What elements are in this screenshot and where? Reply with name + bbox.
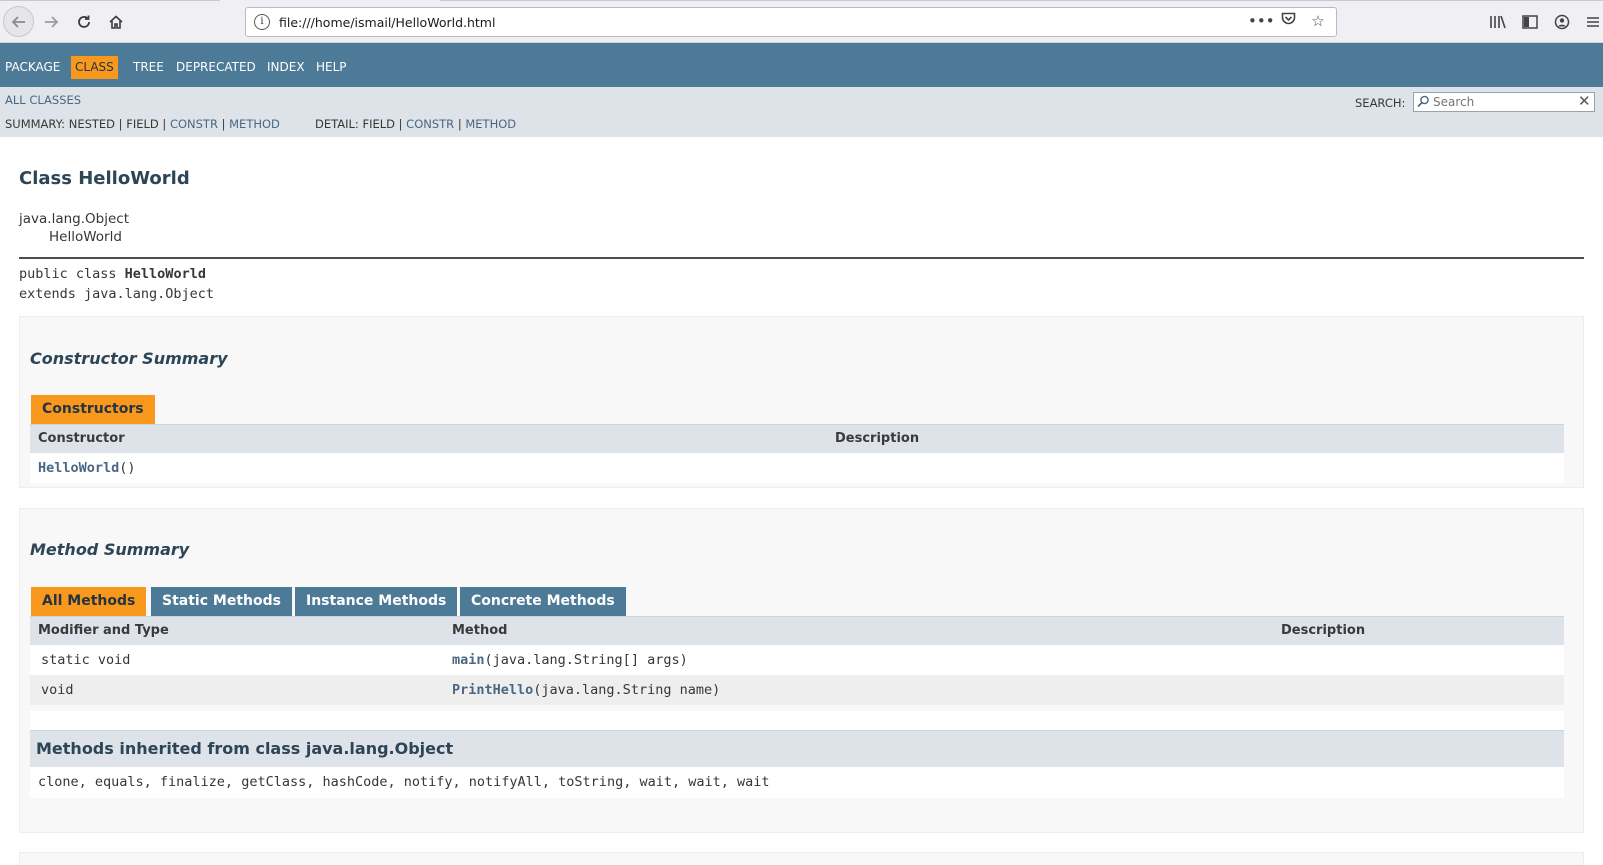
hamburger-menu-icon[interactable] xyxy=(1582,10,1603,34)
table-header: Constructor Description xyxy=(30,424,1564,453)
constructor-link[interactable]: HelloWorld xyxy=(38,460,119,476)
back-arrow-icon[interactable] xyxy=(3,6,34,37)
inherited-spacer xyxy=(30,711,1564,731)
detail-constr-link[interactable]: CONSTR xyxy=(406,117,454,131)
table-row: void PrintHello(java.lang.String name) xyxy=(30,675,1564,705)
summary-label: SUMMARY: NESTED | FIELD | xyxy=(5,117,170,131)
next-section-edge xyxy=(19,852,1584,865)
constructor-table: Constructor Description HelloWorld() xyxy=(30,424,1564,483)
nav-help[interactable]: HELP xyxy=(312,56,351,79)
column-method: Method xyxy=(452,623,508,638)
forward-arrow-icon[interactable] xyxy=(36,8,66,36)
method-params: (java.lang.String[] args) xyxy=(484,652,688,668)
star-icon[interactable]: ☆ xyxy=(1308,12,1328,30)
tab-concrete-methods[interactable]: Concrete Methods xyxy=(460,587,626,616)
method-modifier: static void xyxy=(41,652,131,668)
column-description: Description xyxy=(1281,623,1366,638)
table-row: static void main(java.lang.String[] args… xyxy=(30,645,1564,675)
url-text[interactable]: file:///home/ismail/HelloWorld.html xyxy=(279,15,495,30)
detail-separator: | xyxy=(454,117,466,131)
summary-links: SUMMARY: NESTED | FIELD | CONSTR | METHO… xyxy=(5,117,280,131)
address-bar[interactable]: i file:///home/ismail/HelloWorld.html ••… xyxy=(245,7,1337,37)
signature-name: HelloWorld xyxy=(124,266,206,282)
method-params: (java.lang.String name) xyxy=(533,682,721,698)
clear-search-icon[interactable]: ✕ xyxy=(1578,92,1591,110)
sidebar-icon[interactable] xyxy=(1518,10,1542,34)
nav-package[interactable]: PACKAGE xyxy=(1,56,64,79)
inherited-body: clone, equals, finalize, getClass, hashC… xyxy=(30,767,1564,798)
nav-tree[interactable]: TREE xyxy=(129,56,168,79)
constructor-summary-heading: Constructor Summary xyxy=(30,349,228,368)
all-classes-link[interactable]: ALL CLASSES xyxy=(5,93,81,107)
nav-deprecated[interactable]: DEPRECATED xyxy=(172,56,260,79)
signature-prefix: public class xyxy=(19,266,125,282)
detail-links: DETAIL: FIELD | CONSTR | METHOD xyxy=(315,117,516,131)
page-title: Class HelloWorld xyxy=(19,168,190,189)
javadoc-top-nav: PACKAGE CLASS TREE DEPRECATED INDEX HELP xyxy=(0,43,1603,87)
inherited-heading: Methods inherited from class java.lang.O… xyxy=(36,739,454,758)
inherited-header: Methods inherited from class java.lang.O… xyxy=(30,730,1564,767)
column-modifier-type: Modifier and Type xyxy=(38,623,169,638)
reload-icon[interactable] xyxy=(69,8,99,36)
constructor-summary-section: Constructor Summary Constructors Constru… xyxy=(19,316,1584,488)
library-icon[interactable] xyxy=(1486,10,1510,34)
method-modifier: void xyxy=(41,682,74,698)
column-description: Description xyxy=(835,431,920,446)
detail-label: DETAIL: FIELD | xyxy=(315,117,407,131)
browser-toolbar: i file:///home/ismail/HelloWorld.html ••… xyxy=(0,0,1603,43)
nav-class: CLASS xyxy=(71,56,118,79)
search-label: SEARCH: xyxy=(1355,96,1406,110)
method-link-main[interactable]: main xyxy=(452,652,485,668)
method-table: Modifier and Type Method Description sta… xyxy=(30,616,1564,706)
javadoc-sub-nav: ALL CLASSES SUMMARY: NESTED | FIELD | CO… xyxy=(0,87,1603,137)
info-icon[interactable]: i xyxy=(254,14,270,30)
search-icon xyxy=(1417,95,1430,111)
method-signature: PrintHello(java.lang.String name) xyxy=(452,682,720,698)
summary-method-link[interactable]: METHOD xyxy=(229,117,280,131)
inheritance-parent: java.lang.Object xyxy=(19,211,129,227)
constructor-params: () xyxy=(119,460,136,476)
nav-index[interactable]: INDEX xyxy=(263,56,309,79)
tab-static-methods[interactable]: Static Methods xyxy=(151,587,292,616)
summary-separator: | xyxy=(217,117,230,131)
tab-strip-edge xyxy=(0,0,1603,2)
class-signature: public class HelloWorld xyxy=(19,266,206,282)
summary-constr-link[interactable]: CONSTR xyxy=(170,117,218,131)
tab-instance-methods[interactable]: Instance Methods xyxy=(295,587,458,616)
tab-constructors: Constructors xyxy=(31,395,155,424)
inherited-methods-block: Methods inherited from class java.lang.O… xyxy=(30,730,1564,798)
inherited-methods-list: clone, equals, finalize, getClass, hashC… xyxy=(38,774,770,790)
inheritance-child: HelloWorld xyxy=(49,229,122,245)
method-link-printhello[interactable]: PrintHello xyxy=(452,682,533,698)
detail-method-link[interactable]: METHOD xyxy=(465,117,516,131)
more-dots-icon[interactable]: ••• xyxy=(1248,12,1275,30)
table-header: Modifier and Type Method Description xyxy=(30,616,1564,645)
constructor-signature: HelloWorld() xyxy=(38,460,136,476)
home-icon[interactable] xyxy=(101,8,131,36)
column-constructor: Constructor xyxy=(38,431,125,446)
method-summary-section: Method Summary All Methods Static Method… xyxy=(19,508,1584,833)
method-summary-heading: Method Summary xyxy=(30,540,190,559)
class-extends: extends java.lang.Object xyxy=(19,286,215,302)
divider xyxy=(19,257,1584,259)
search-input[interactable] xyxy=(1433,94,1573,110)
tab-all-methods[interactable]: All Methods xyxy=(31,587,147,616)
table-row: HelloWorld() xyxy=(30,453,1564,483)
method-signature: main(java.lang.String[] args) xyxy=(452,652,688,668)
search-box[interactable]: ✕ xyxy=(1413,92,1595,112)
pocket-icon[interactable] xyxy=(1278,12,1298,30)
account-icon[interactable] xyxy=(1550,10,1574,34)
